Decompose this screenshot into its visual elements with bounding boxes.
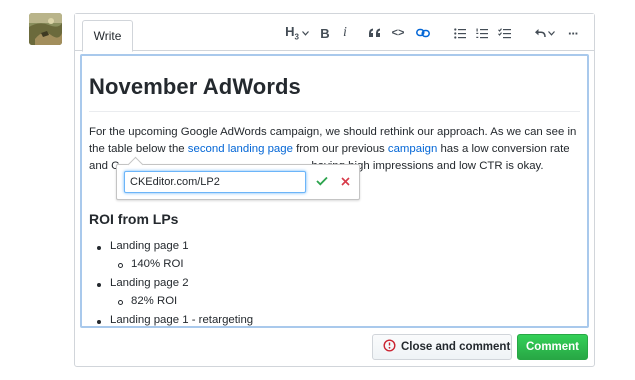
list-sub-bullet — [118, 300, 123, 305]
list-item: Landing page 2 — [110, 277, 189, 289]
comment-button[interactable]: Comment — [517, 334, 588, 360]
todo-list-button[interactable] — [496, 24, 512, 42]
bold-icon: B — [320, 25, 330, 41]
more-button[interactable]: ··· — [565, 24, 581, 42]
italic-button[interactable]: i — [338, 24, 352, 42]
list-sub-bullet — [118, 263, 123, 268]
comment-form: Write H3 B i <> ··· November AdWords For… — [74, 13, 595, 367]
close-icon — [340, 173, 350, 191]
list-sub-item: 140% ROI — [131, 258, 184, 270]
list-bullet — [97, 246, 101, 250]
numbered-list-icon — [476, 28, 488, 39]
link-url-input[interactable] — [124, 171, 306, 193]
code-button[interactable]: <> — [390, 24, 406, 42]
blockquote-icon — [368, 28, 381, 38]
todo-list-icon — [497, 27, 511, 39]
editor-content-area[interactable]: November AdWords For the upcoming Google… — [80, 54, 589, 328]
code-icon: <> — [391, 27, 405, 39]
heading-icon: H3 — [285, 24, 299, 42]
bulleted-list-button[interactable] — [452, 24, 468, 42]
link-icon — [416, 28, 430, 38]
avatar — [29, 13, 62, 45]
campaign-link[interactable]: campaign — [388, 143, 437, 155]
list-bullet — [97, 283, 101, 287]
list-sub-item: 82% ROI — [131, 295, 178, 307]
document-title: November AdWords — [89, 74, 301, 99]
check-icon — [316, 173, 328, 191]
link-button[interactable] — [415, 24, 431, 42]
close-and-comment-button[interactable]: Close and comment — [372, 334, 512, 360]
italic-icon: i — [343, 25, 347, 40]
heading-dropdown[interactable]: H3 — [283, 24, 311, 42]
list-item: Landing page 1 — [110, 240, 189, 252]
list-item: Landing page 1 - retargeting — [110, 314, 254, 326]
section-heading: ROI from LPs — [89, 211, 179, 227]
blockquote-button[interactable] — [366, 24, 382, 42]
undo-dropdown[interactable] — [532, 24, 556, 42]
chevron-down-icon — [301, 30, 309, 36]
second-landing-page-link[interactable]: second landing page — [188, 143, 293, 155]
save-link-button[interactable] — [313, 173, 331, 191]
title-divider — [89, 111, 580, 112]
undo-icon — [534, 28, 546, 38]
chevron-down-icon — [547, 30, 555, 36]
tab-write[interactable]: Write — [82, 20, 133, 52]
editor-toolbar: Write H3 B i <> ··· — [75, 14, 594, 52]
close-issue-icon — [383, 339, 396, 355]
bulleted-list-icon — [454, 27, 466, 39]
link-edit-balloon — [116, 164, 360, 200]
cancel-link-button[interactable] — [336, 173, 354, 191]
bold-button[interactable]: B — [318, 24, 332, 42]
list-bullet — [97, 320, 101, 324]
more-icon: ··· — [568, 25, 579, 41]
numbered-list-button[interactable] — [474, 24, 490, 42]
